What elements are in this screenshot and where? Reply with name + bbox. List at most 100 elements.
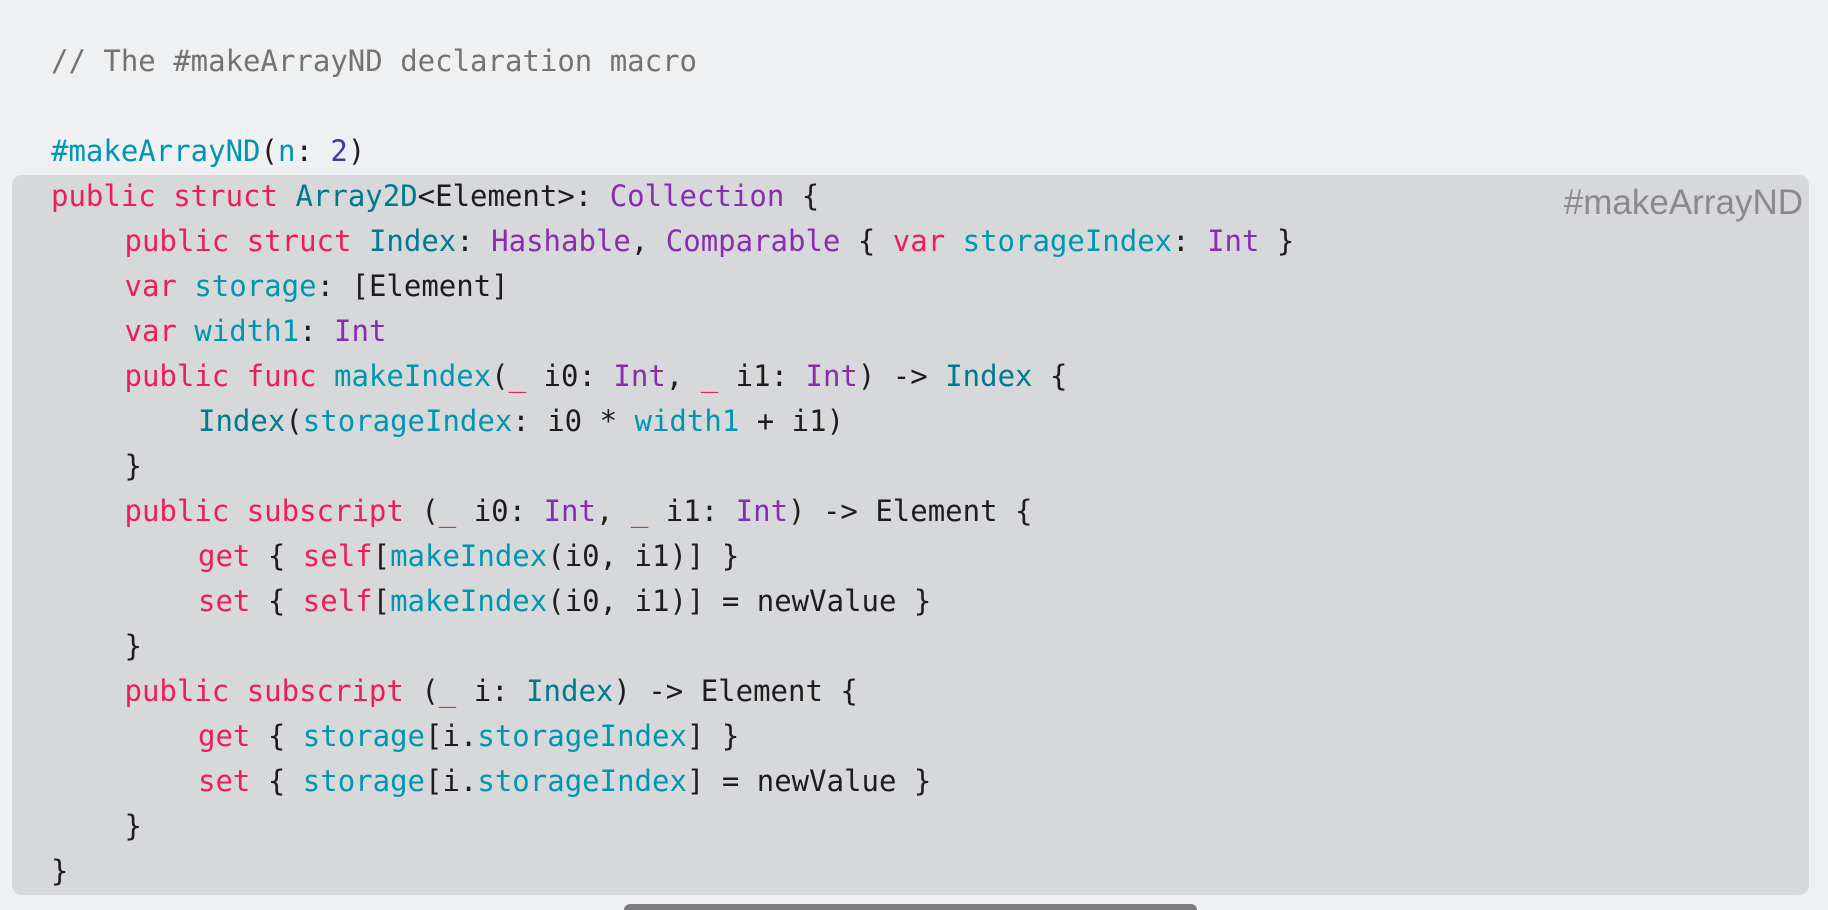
code-line: set { storage[i.storageIndex] = newValue… <box>198 759 931 804</box>
code-line: Index(storageIndex: i0 * width1 + i1) <box>198 399 844 444</box>
code-token-keyword: get <box>198 719 251 753</box>
code-token-plain: { <box>1032 359 1068 393</box>
code-token-plain: } <box>51 854 69 888</box>
code-listing: // The #makeArrayND declaration macro #m… <box>0 0 1828 910</box>
code-line: } <box>125 444 142 489</box>
code-token-keyword: _ <box>630 494 649 528</box>
code-token-plain: ( <box>260 134 278 168</box>
code-token-identifier: storage <box>302 719 425 753</box>
code-token-plain: [i. <box>425 719 478 753</box>
code-token-plain: , <box>665 359 701 393</box>
code-line: } <box>125 804 142 849</box>
code-token-plain: ) <box>347 134 366 168</box>
code-token-plain: : [Element] <box>316 269 509 303</box>
code-token-plain: i0: <box>456 494 544 528</box>
code-token-plain: [i. <box>425 764 478 798</box>
scrollbar-thumb[interactable] <box>624 904 1197 910</box>
code-line: #makeArrayND(n: 2) <box>51 129 365 174</box>
code-token-plain: } <box>124 629 142 663</box>
code-token-plain: } <box>1259 224 1295 258</box>
code-token-number: 2 <box>330 134 348 168</box>
code-token-plain: : <box>299 314 335 348</box>
code-token-protocol: Int <box>805 359 858 393</box>
code-token-plain: (i0, i1)] } <box>547 539 740 573</box>
code-line: public struct Index: Hashable, Comparabl… <box>125 219 1295 264</box>
code-token-identifier: makeIndex <box>390 539 548 573</box>
code-token-keyword: public struct <box>124 224 369 258</box>
code-token-type: Index <box>945 359 1033 393</box>
code-token-keyword: set <box>198 584 251 618</box>
code-token-keyword: public subscript <box>124 674 422 708</box>
code-token-type: Index <box>368 224 457 258</box>
code-token-plain: i: <box>456 674 527 708</box>
code-token-plain: { <box>250 719 303 753</box>
code-token-plain: ) -> <box>857 359 946 393</box>
code-token-type: Index <box>526 674 614 708</box>
code-line: var width1: Int <box>125 309 387 354</box>
code-token-keyword: public subscript <box>124 494 422 528</box>
code-token-plain: ] = newValue } <box>686 764 932 798</box>
code-comment: // The #makeArrayND declaration macro <box>51 44 698 78</box>
code-token-identifier: makeIndex <box>334 359 492 393</box>
code-token-keyword: var <box>124 269 195 303</box>
code-line: public func makeIndex(_ i0: Int, _ i1: I… <box>125 354 1068 399</box>
code-token-plain: (i0, i1)] = newValue } <box>547 584 932 618</box>
code-line: public subscript (_ i: Index) -> Element… <box>125 669 858 714</box>
code-token-identifier: storageIndex <box>962 224 1173 258</box>
code-token-plain: ] } <box>686 719 740 753</box>
code-token-identifier: width1 <box>194 314 300 348</box>
code-token-plain: : i0 * <box>512 404 635 438</box>
code-token-keyword: _ <box>438 494 457 528</box>
code-line: set { self[makeIndex(i0, i1)] = newValue… <box>198 579 931 624</box>
code-token-type: Index <box>198 404 286 438</box>
code-token-keyword: self <box>302 584 373 618</box>
code-token-protocol: Comparable <box>665 224 841 258</box>
code-token-plain: i1: <box>718 359 806 393</box>
code-token-plain: : <box>456 224 492 258</box>
code-token-plain: } <box>124 809 142 843</box>
code-token-type: Array2D <box>295 179 418 213</box>
code-token-plain: { <box>250 584 303 618</box>
code-token-keyword: _ <box>700 359 719 393</box>
code-token-keyword: _ <box>508 359 527 393</box>
code-token-plain: <Element>: <box>417 179 610 213</box>
code-token-plain: [ <box>372 584 391 618</box>
code-token-keyword: var <box>892 224 963 258</box>
code-token-plain: : <box>295 134 331 168</box>
code-token-plain: ( <box>491 359 509 393</box>
code-token-plain: ( <box>421 494 439 528</box>
code-line: get { storage[i.storageIndex] } <box>198 714 739 759</box>
code-line: } <box>125 624 142 669</box>
code-token-keyword: _ <box>438 674 457 708</box>
code-line: public subscript (_ i0: Int, _ i1: Int) … <box>125 489 1033 534</box>
code-token-plain: { <box>840 224 893 258</box>
horizontal-scrollbar[interactable] <box>624 904 1197 910</box>
code-token-keyword: get <box>198 539 251 573</box>
code-line: var storage: [Element] <box>125 264 509 309</box>
code-token-plain: [ <box>372 539 391 573</box>
code-token-plain: , <box>630 224 666 258</box>
code-token-keyword: self <box>302 539 373 573</box>
code-token-identifier: storage <box>302 764 425 798</box>
code-token-identifier: storageIndex <box>477 764 687 798</box>
code-token-protocol: Hashable <box>491 224 631 258</box>
code-token-protocol: Int <box>613 359 666 393</box>
code-token-identifier: storageIndex <box>302 404 513 438</box>
code-token-identifier: n <box>277 134 296 168</box>
code-token-protocol: Int <box>1207 224 1260 258</box>
code-token-plain: i0: <box>526 359 614 393</box>
code-token-plain: } <box>124 449 142 483</box>
code-token-identifier: storageIndex <box>477 719 687 753</box>
macro-expansion-badge: #makeArrayND <box>1563 183 1803 222</box>
code-token-identifier: storage <box>194 269 317 303</box>
code-token-identifier: makeIndex <box>390 584 548 618</box>
code-token-plain: i1: <box>648 494 736 528</box>
code-token-protocol: Int <box>334 314 387 348</box>
code-token-keyword: public func <box>124 359 335 393</box>
code-token-keyword: public struct <box>51 179 296 213</box>
code-token-keyword: var <box>124 314 195 348</box>
code-token-plain: { <box>250 764 303 798</box>
code-line: public struct Array2D<Element>: Collecti… <box>51 174 819 219</box>
code-token-plain: ) -> Element { <box>788 494 1033 528</box>
code-token-protocol: Int <box>543 494 596 528</box>
